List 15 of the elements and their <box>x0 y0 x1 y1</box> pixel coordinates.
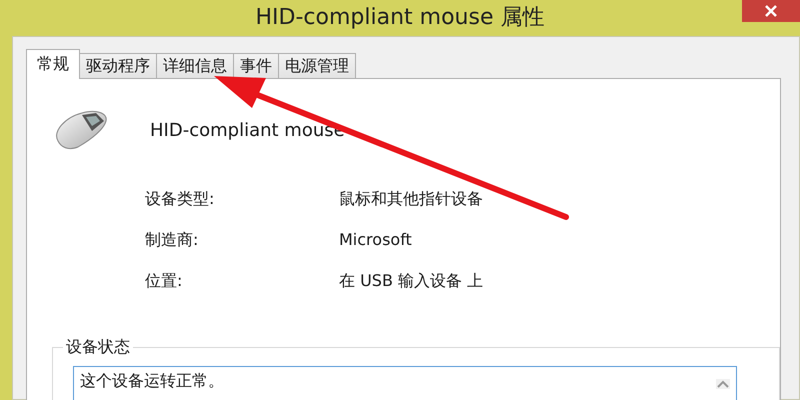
close-button[interactable] <box>742 0 800 22</box>
property-label: 制造商: <box>145 230 200 251</box>
tab[interactable]: 详细信息 <box>156 53 234 78</box>
property-value: Microsoft <box>339 230 413 251</box>
property-label: 设备类型: <box>145 189 216 210</box>
tab[interactable]: 电源管理 <box>278 53 356 78</box>
close-icon <box>764 4 778 18</box>
property-label: 位置: <box>145 271 184 292</box>
status-text-box[interactable]: 这个设备运转正常。 <box>73 366 737 400</box>
window-title: HID-compliant mouse 属性 <box>256 4 544 32</box>
property-value: 在 USB 输入设备 上 <box>339 271 484 292</box>
property-value: 鼠标和其他指针设备 <box>339 189 484 210</box>
tab[interactable]: 驱动程序 <box>79 53 157 78</box>
tab[interactable]: 常规 <box>26 49 80 79</box>
tab[interactable]: 事件 <box>233 53 279 78</box>
